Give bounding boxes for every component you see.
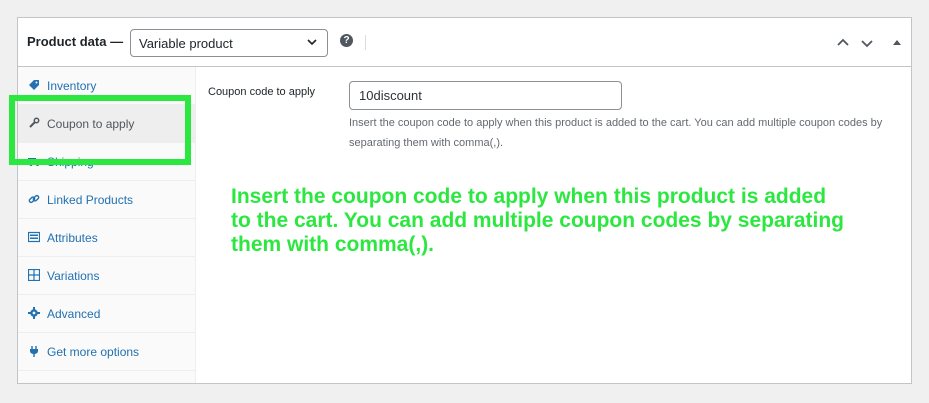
link-icon (28, 194, 40, 204)
chevron-down-icon (307, 39, 317, 46)
tag-icon (29, 80, 39, 90)
header-divider (365, 35, 366, 50)
tab-label: Advanced (47, 307, 101, 321)
list-icon (28, 231, 40, 243)
help-icon[interactable]: ? (340, 34, 353, 47)
tab-label: Inventory (47, 79, 97, 93)
coupon-code-input[interactable]: 10discount (349, 81, 622, 110)
gear-icon (28, 307, 40, 319)
tab-advanced[interactable]: Advanced (18, 295, 195, 333)
tab-get-more-options[interactable]: Get more options (18, 333, 195, 371)
tab-label: Attributes (47, 231, 98, 245)
tab-attributes[interactable]: Attributes (18, 219, 195, 257)
coupon-code-label: Coupon code to apply (208, 86, 316, 98)
tab-linked-products[interactable]: Linked Products (18, 181, 195, 219)
tab-label: Variations (47, 269, 100, 283)
tab-variations[interactable]: Variations (18, 257, 195, 295)
move-down-icon[interactable] (860, 36, 874, 50)
tab-label: Linked Products (47, 193, 134, 207)
panel-title: Product data — (27, 34, 124, 49)
collapse-toggle-icon[interactable] (890, 36, 904, 50)
highlight-box (9, 95, 191, 165)
product-type-select[interactable]: Variable product (130, 29, 328, 57)
panel-header: Product data — Variable product ? (18, 18, 911, 67)
grid-icon (28, 269, 40, 281)
plugin-icon (30, 346, 38, 357)
tab-label: Get more options (47, 345, 140, 359)
move-up-icon[interactable] (836, 36, 850, 50)
coupon-code-description: Insert the coupon code to apply when thi… (349, 117, 883, 149)
annotation-text: Insert the coupon code to apply when thi… (231, 185, 844, 256)
product-type-value: Variable product (139, 36, 233, 51)
